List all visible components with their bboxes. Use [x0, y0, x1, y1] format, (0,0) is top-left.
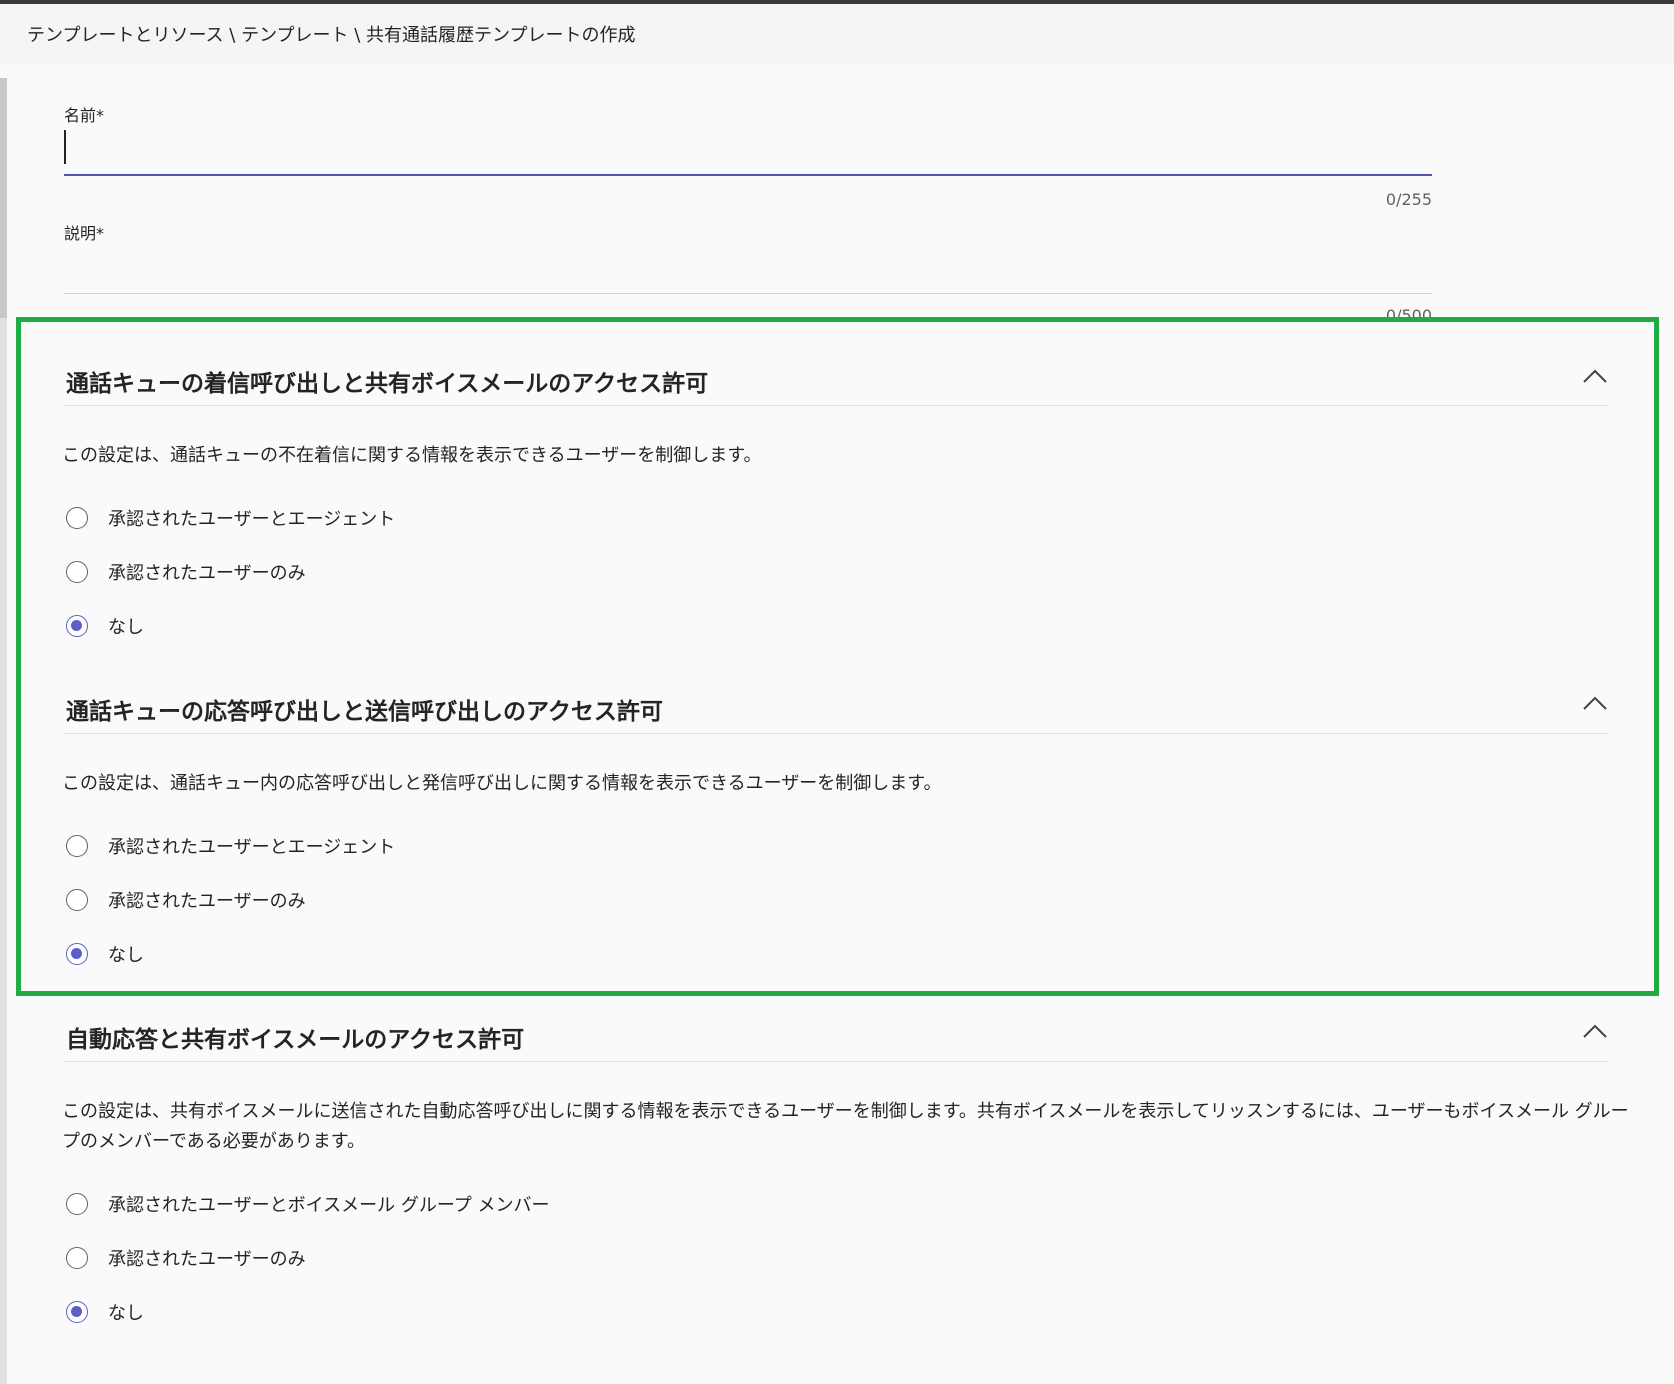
- radio-button[interactable]: [66, 1247, 88, 1269]
- radio-option-users-and-agents[interactable]: 承認されたユーザーとエージェント: [66, 831, 395, 861]
- radio-label: 承認されたユーザーのみ: [108, 563, 306, 584]
- section-description-line-2: プのメンバーである必要があります。: [62, 1131, 365, 1152]
- radio-label: 承認されたユーザーのみ: [108, 1249, 306, 1270]
- name-label: 名前*: [64, 106, 105, 125]
- radio-option-users-and-voicemail-members[interactable]: 承認されたユーザーとボイスメール グループ メンバー: [66, 1189, 549, 1219]
- section-divider: [64, 733, 1609, 734]
- name-char-counter: 0/255: [1385, 190, 1432, 209]
- name-input[interactable]: [64, 128, 1432, 174]
- radio-button[interactable]: [66, 835, 88, 857]
- section-title: 通話キューの応答呼び出しと送信呼び出しのアクセス許可: [66, 699, 663, 725]
- breadcrumb: テンプレートとリソース \ テンプレート \ 共有通話履歴テンプレートの作成: [27, 25, 636, 46]
- radio-option-users-only[interactable]: 承認されたユーザーのみ: [66, 557, 306, 587]
- chevron-up-icon[interactable]: [1582, 365, 1608, 387]
- radio-button-selected[interactable]: [66, 615, 88, 637]
- chevron-up-icon[interactable]: [1582, 1020, 1608, 1042]
- section-description: この設定は、通話キュー内の応答呼び出しと発信呼び出しに関する情報を表示できるユー…: [62, 773, 942, 794]
- radio-label: 承認されたユーザーとエージェント: [108, 837, 396, 858]
- description-input-underline: [64, 293, 1432, 294]
- radio-button[interactable]: [66, 1193, 88, 1215]
- section-title: 自動応答と共有ボイスメールのアクセス許可: [66, 1027, 525, 1053]
- name-input-underline: [64, 174, 1432, 176]
- radio-option-none[interactable]: なし: [66, 939, 144, 969]
- radio-option-users-and-agents[interactable]: 承認されたユーザーとエージェント: [66, 503, 395, 533]
- radio-label: なし: [108, 617, 144, 638]
- section-divider: [64, 405, 1609, 406]
- description-input[interactable]: [64, 246, 1432, 292]
- section-description: この設定は、通話キューの不在着信に関する情報を表示できるユーザーを制御します。: [62, 445, 762, 466]
- text-caret: [64, 130, 66, 164]
- radio-button-selected[interactable]: [66, 1301, 88, 1323]
- radio-option-none[interactable]: なし: [66, 1297, 144, 1327]
- description-label: 説明*: [64, 224, 105, 243]
- radio-option-users-only[interactable]: 承認されたユーザーのみ: [66, 1243, 306, 1273]
- chevron-up-icon[interactable]: [1582, 692, 1608, 714]
- radio-option-none[interactable]: なし: [66, 611, 144, 641]
- radio-label: 承認されたユーザーのみ: [108, 891, 306, 912]
- scrollbar-thumb[interactable]: [0, 78, 7, 318]
- section-title: 通話キューの着信呼び出しと共有ボイスメールのアクセス許可: [66, 371, 709, 397]
- section-description-line-1: この設定は、共有ボイスメールに送信された自動応答呼び出しに関する情報を表示できる…: [62, 1101, 1629, 1122]
- radio-label: 承認されたユーザーとエージェント: [108, 509, 396, 530]
- radio-button[interactable]: [66, 507, 88, 529]
- radio-button[interactable]: [66, 561, 88, 583]
- radio-label: 承認されたユーザーとボイスメール グループ メンバー: [108, 1195, 550, 1216]
- breadcrumb-bar: テンプレートとリソース \ テンプレート \ 共有通話履歴テンプレートの作成: [0, 4, 1674, 64]
- section-divider: [64, 1061, 1609, 1062]
- radio-label: なし: [108, 1303, 144, 1324]
- radio-option-users-only[interactable]: 承認されたユーザーのみ: [66, 885, 306, 915]
- radio-button[interactable]: [66, 889, 88, 911]
- radio-button-selected[interactable]: [66, 943, 88, 965]
- radio-label: なし: [108, 945, 144, 966]
